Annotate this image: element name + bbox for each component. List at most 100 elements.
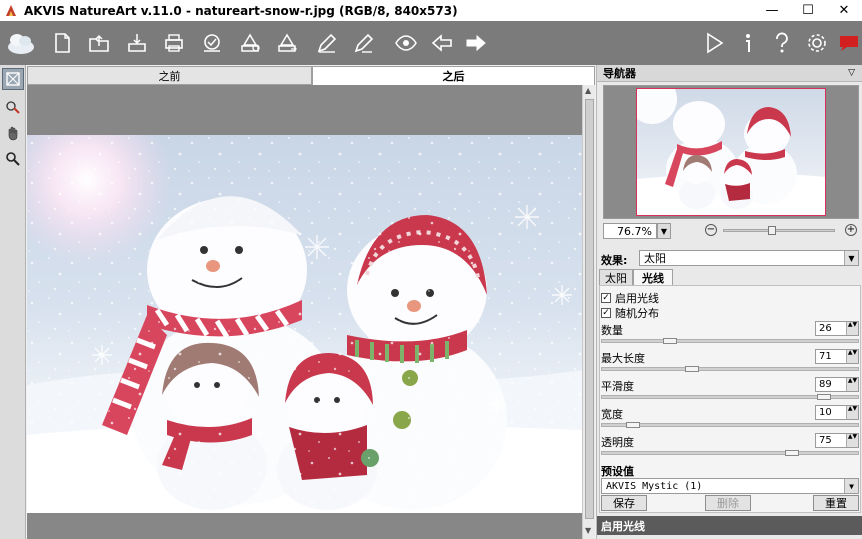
effect-value: 太阳 xyxy=(644,252,666,265)
window-controls: — ☐ ✕ xyxy=(754,0,862,21)
save-preset-button[interactable]: 保存 xyxy=(601,495,647,511)
slider-thumb[interactable] xyxy=(626,422,640,428)
preset-select[interactable]: AKVIS Mystic (1) ▼ xyxy=(601,478,859,494)
enable-rays-label: 启用光线 xyxy=(615,292,659,305)
tab-after[interactable]: 之后 xyxy=(312,66,595,85)
zoom-dropdown-icon[interactable]: ▼ xyxy=(657,223,671,239)
preset-value: AKVIS Mystic (1) xyxy=(606,480,703,492)
param-slider[interactable] xyxy=(601,338,859,344)
navigator-tool-icon[interactable] xyxy=(2,68,24,90)
zoom-slider[interactable] xyxy=(723,226,835,235)
spinner-arrows-icon[interactable]: ▲▼ xyxy=(846,350,858,363)
undo-arrow-icon[interactable] xyxy=(428,29,456,57)
slider-thumb[interactable] xyxy=(685,366,699,372)
edit-alt-icon[interactable] xyxy=(350,29,378,57)
settings-panel: 导航器 ▽ 76.7% ▼ − + 效果: 太阳 ▼ 太阳 光线 ✓ 启用光线 … xyxy=(596,65,862,539)
param-label: 平滑度 xyxy=(601,380,634,393)
new-file-icon[interactable] xyxy=(48,29,76,57)
zoom-out-icon[interactable]: − xyxy=(705,224,717,236)
param-value: 71 xyxy=(819,351,832,362)
batch-processing-icon[interactable] xyxy=(198,29,226,57)
param-value: 26 xyxy=(819,323,832,334)
print-icon[interactable] xyxy=(160,29,188,57)
param-label: 数量 xyxy=(601,324,623,337)
enable-rays-checkbox[interactable]: ✓ 启用光线 xyxy=(601,290,659,306)
close-button[interactable]: ✕ xyxy=(826,0,862,21)
effect-select[interactable]: 太阳 ▼ xyxy=(639,250,859,266)
param-spinner[interactable]: 89 ▲▼ xyxy=(815,377,859,392)
tab-before[interactable]: 之前 xyxy=(27,66,312,85)
scroll-down-icon[interactable]: ▼ xyxy=(585,526,591,535)
delete-preset-button[interactable]: 删除 xyxy=(705,495,751,511)
checkbox-checked-icon[interactable]: ✓ xyxy=(601,293,611,303)
spinner-arrows-icon[interactable]: ▲▼ xyxy=(846,378,858,391)
navigator-preview[interactable] xyxy=(603,85,859,219)
param-spinner[interactable]: 75 ▲▼ xyxy=(815,433,859,448)
effect-dropdown-icon[interactable]: ▼ xyxy=(844,251,858,265)
tab-sun[interactable]: 太阳 xyxy=(599,269,633,286)
param-slider[interactable] xyxy=(601,394,859,400)
preset-import-icon[interactable] xyxy=(236,29,264,57)
param-spinner[interactable]: 26 ▲▼ xyxy=(815,321,859,336)
run-icon[interactable] xyxy=(700,29,728,57)
param-spinner[interactable]: 71 ▲▼ xyxy=(815,349,859,364)
zoom-slider-thumb[interactable] xyxy=(768,226,776,235)
image-canvas[interactable] xyxy=(27,85,582,539)
param-spinner[interactable]: 10 ▲▼ xyxy=(815,405,859,420)
info-icon[interactable] xyxy=(734,29,762,57)
navigator-thumbnail xyxy=(636,88,826,216)
preset-export-icon[interactable] xyxy=(273,29,301,57)
param-slider[interactable] xyxy=(601,450,859,456)
slider-thumb[interactable] xyxy=(817,394,831,400)
hand-tool-icon[interactable] xyxy=(2,122,24,144)
maximize-button[interactable]: ☐ xyxy=(790,0,826,21)
reset-preset-button[interactable]: 重置 xyxy=(813,495,859,511)
slider-thumb[interactable] xyxy=(663,338,677,344)
param-slider[interactable] xyxy=(601,422,859,428)
spinner-arrows-icon[interactable]: ▲▼ xyxy=(846,434,858,447)
open-file-icon[interactable] xyxy=(85,29,113,57)
random-distribution-checkbox[interactable]: ✓ 随机分布 xyxy=(601,305,659,321)
zoom-input[interactable]: 76.7% xyxy=(603,223,657,239)
navigator-header: 导航器 ▽ xyxy=(597,65,862,82)
zoom-in-icon[interactable]: + xyxy=(845,224,857,236)
view-tabs: 之前 之后 xyxy=(27,66,595,85)
settings-gear-icon[interactable] xyxy=(803,29,831,57)
slider-thumb[interactable] xyxy=(785,450,799,456)
eye-share-icon[interactable] xyxy=(392,29,420,57)
presets-label: 预设值 xyxy=(601,465,634,478)
spinner-arrows-icon[interactable]: ▲▼ xyxy=(846,406,858,419)
scroll-thumb[interactable] xyxy=(585,99,594,519)
eyedropper-tool-icon[interactable] xyxy=(2,96,24,118)
preset-dropdown-icon[interactable]: ▼ xyxy=(844,479,858,493)
param-value: 89 xyxy=(819,379,832,390)
param-slider[interactable] xyxy=(601,366,859,372)
result-photo xyxy=(27,135,582,513)
param-value: 75 xyxy=(819,435,832,446)
spinner-arrows-icon[interactable]: ▲▼ xyxy=(846,322,858,335)
redo-arrow-icon[interactable] xyxy=(462,29,490,57)
checkbox-checked-icon[interactable]: ✓ xyxy=(601,308,611,318)
app-logo-icon xyxy=(4,29,38,57)
scroll-up-icon[interactable]: ▲ xyxy=(585,86,591,95)
minimize-button[interactable]: — xyxy=(754,0,790,21)
akvis-app-icon xyxy=(3,3,19,19)
navigator-title: 导航器 xyxy=(603,67,636,80)
param-label: 最大长度 xyxy=(601,352,645,365)
collapse-arrow-icon[interactable]: ▽ xyxy=(848,68,855,78)
tool-strip xyxy=(0,65,26,539)
vertical-scrollbar[interactable]: ▲ ▼ xyxy=(582,85,595,539)
window-title: AKVIS NatureArt v.11.0 - natureart-snow-… xyxy=(24,3,458,18)
feedback-icon[interactable] xyxy=(835,29,862,57)
tab-rays[interactable]: 光线 xyxy=(633,269,673,286)
main-toolbar xyxy=(0,21,862,65)
help-icon[interactable] xyxy=(768,29,796,57)
title-bar: AKVIS NatureArt v.11.0 - natureart-snow-… xyxy=(0,0,862,21)
save-file-icon[interactable] xyxy=(123,29,151,57)
param-label: 宽度 xyxy=(601,408,623,421)
random-distribution-label: 随机分布 xyxy=(615,307,659,320)
param-value: 10 xyxy=(819,407,832,418)
effect-label: 效果: xyxy=(601,254,628,267)
edit-icon[interactable] xyxy=(313,29,341,57)
zoom-tool-icon[interactable] xyxy=(2,148,24,170)
